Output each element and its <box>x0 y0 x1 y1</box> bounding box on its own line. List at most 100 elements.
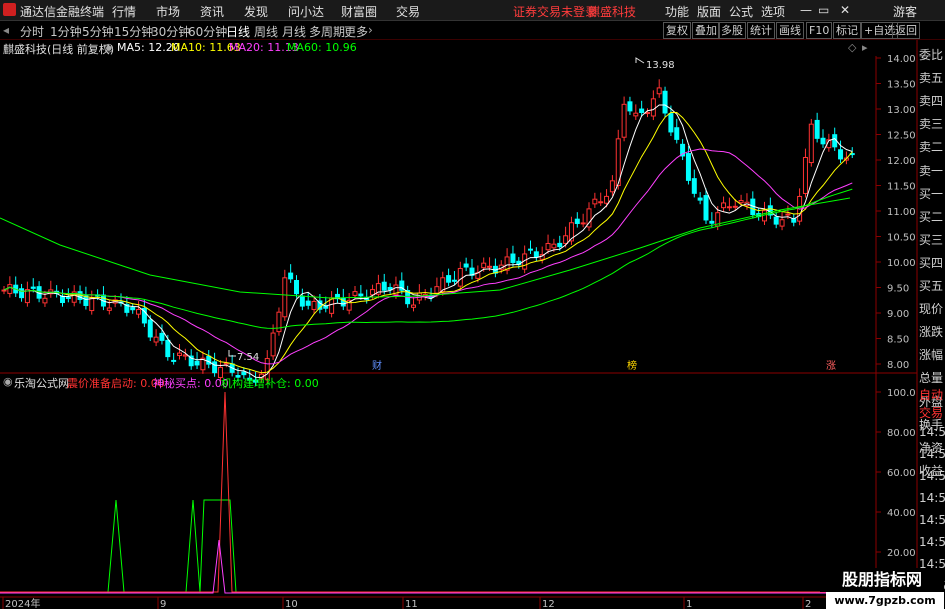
candle-body <box>65 296 71 299</box>
signal-red-line <box>0 391 917 593</box>
candle-body <box>551 243 557 249</box>
candle-body <box>358 293 364 297</box>
candle-body <box>446 275 452 283</box>
candle-body <box>645 112 650 115</box>
candle-body <box>288 272 294 280</box>
candle-body <box>650 98 656 117</box>
candle-body <box>171 359 177 362</box>
side-label-22: 14:5 <box>919 447 945 461</box>
side-label-7: 买二 <box>919 209 944 224</box>
candle-body <box>580 222 586 225</box>
candle-body <box>30 286 36 289</box>
side-label-1: 卖五 <box>919 71 944 86</box>
side-label-23: 14:5 <box>919 469 945 483</box>
candle-body <box>533 251 539 258</box>
side-label-20: 交易 <box>919 406 944 420</box>
candle-body <box>177 352 182 356</box>
candle-body <box>182 354 188 357</box>
candle-body <box>451 279 457 282</box>
price-tick-label: 8.00 <box>887 360 909 371</box>
candle-body <box>779 219 785 227</box>
sub-indicator-bar: ◉ 乐淘公式网 震价准备启动: 0.00 神秘买点: 0.00 机构建增补仓: … <box>0 374 945 390</box>
sub-tick-label: 20.00 <box>887 548 916 559</box>
candle-body <box>592 198 598 205</box>
sub-indicator-name: 乐淘公式网 <box>14 377 69 390</box>
side-label-5: 卖一 <box>919 163 944 178</box>
price-tick-label: 10.50 <box>887 233 916 244</box>
candle-body <box>838 149 844 160</box>
event-marker: 涨 <box>826 360 836 372</box>
price-tick-label: 12.00 <box>887 156 916 167</box>
candle-body <box>662 90 668 114</box>
candle-body <box>785 213 791 216</box>
candle-body <box>305 300 311 306</box>
candle-body <box>820 137 826 145</box>
candle-body <box>738 200 744 204</box>
low-price-label: 7.54 <box>237 352 259 363</box>
side-label-3: 卖三 <box>919 117 944 132</box>
candle-body <box>411 304 416 308</box>
candle-body <box>434 286 440 294</box>
side-label-13: 涨幅 <box>919 348 944 363</box>
ma60-long-line <box>0 197 851 299</box>
date-label: 9 <box>160 599 166 609</box>
candle-body <box>487 265 493 268</box>
candle-body <box>703 195 709 221</box>
quote-side-panel: 委比 卖五 卖四 卖三 卖二 卖一 买一 买二 买三 买四 买五 现价 涨跌 涨幅 总量 外盘 换手 净资 收益 自动… <box>917 40 945 609</box>
side-label-9: 买四 <box>919 255 944 270</box>
candle-body <box>130 307 136 311</box>
candle-body <box>42 297 48 304</box>
date-label: 2024年 <box>5 597 40 609</box>
candle-body <box>153 336 159 343</box>
candle-body <box>89 297 95 312</box>
candle-body <box>557 242 563 248</box>
candle-body <box>563 235 569 244</box>
candle-body <box>19 288 25 299</box>
kline-chart[interactable]: 14.00 13.50 13.00 12.50 12.00 11.50 11.00 10.50… <box>0 0 945 609</box>
side-label-19: 自动 <box>919 388 944 402</box>
candle-body <box>808 123 814 164</box>
price-tick-label: 14.00 <box>887 54 916 65</box>
candle-body <box>726 206 732 209</box>
event-marker: 榜 <box>627 359 637 372</box>
candle-body <box>340 297 346 307</box>
candle-body <box>802 156 808 194</box>
side-label-14: 总量 <box>919 371 944 386</box>
date-label: 11 <box>405 599 418 609</box>
event-marker: 财 <box>372 359 382 372</box>
price-tick-label: 12.50 <box>887 131 916 142</box>
ma20-line <box>3 148 853 365</box>
candle-body <box>545 243 551 251</box>
candle-body <box>627 101 633 112</box>
candle-body <box>106 307 112 311</box>
candle-body <box>528 248 533 251</box>
candle-body <box>60 295 65 303</box>
sub-tick-label: 80.00 <box>887 428 916 439</box>
side-label-8: 买三 <box>919 232 944 247</box>
candle-body <box>294 279 299 295</box>
side-label-26: 14:5 <box>919 535 945 549</box>
candle-body <box>510 253 516 263</box>
candle-body <box>773 216 779 225</box>
side-label-21: 14:5 <box>919 425 945 439</box>
ma5-line <box>3 104 853 379</box>
candle-body <box>463 263 469 268</box>
candle-body <box>381 281 387 291</box>
price-tick-label: 9.50 <box>887 284 909 295</box>
candle-body <box>609 180 615 193</box>
date-label: 12 <box>542 599 555 609</box>
candle-body <box>194 360 200 366</box>
side-label-25: 14:5 <box>919 513 945 527</box>
sub-settings-icon[interactable]: ◉ <box>3 375 13 388</box>
price-tick-label: 13.50 <box>887 80 916 91</box>
sub-signal-2: 神秘买点: 0.00 <box>153 377 229 390</box>
candle-body <box>352 291 358 296</box>
date-label: 1 <box>686 599 692 609</box>
side-label-4: 卖二 <box>919 140 944 155</box>
candle-body <box>299 295 305 307</box>
candle-body <box>709 220 715 224</box>
sub-signal-3: 机构建增补仓: 0.00 <box>221 377 319 390</box>
sub-signal-1: 震价准备启动: 0.00 <box>67 377 165 390</box>
sub-tick-label: 40.00 <box>887 508 916 519</box>
candle-body <box>212 361 218 374</box>
